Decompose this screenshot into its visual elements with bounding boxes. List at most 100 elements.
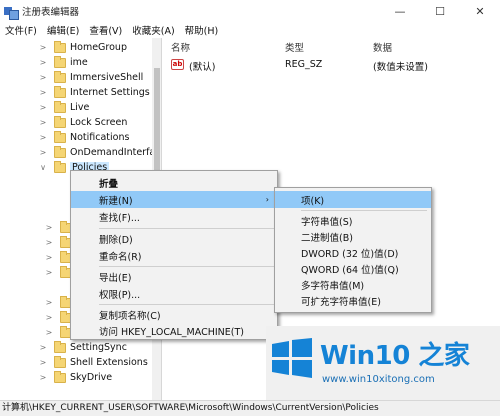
menu-item-label: 新建(N) [99, 195, 133, 207]
tree-item-lock-screen[interactable]: > Lock Screen [38, 115, 127, 130]
submenu-item-multi-string-value[interactable]: 多字符串值(M) [275, 276, 431, 293]
tree-item-label: Shell Extensions [70, 357, 148, 368]
chevron-right-icon[interactable]: > [38, 103, 48, 112]
tree-item-homegroup[interactable]: > HomeGroup [38, 40, 127, 55]
title-bar: 注册表编辑器 — ☐ ✕ [0, 0, 500, 22]
windows-logo-icon [272, 338, 312, 378]
folder-icon [54, 370, 66, 383]
menu-separator [99, 228, 275, 229]
status-bar: 计算机\HKEY_CURRENT_USER\SOFTWARE\Microsoft… [0, 400, 500, 416]
value-data: (数值未设置) [373, 62, 428, 73]
close-button[interactable]: ✕ [460, 0, 500, 22]
folder-icon [54, 340, 66, 353]
tree-item-shell-extensions[interactable]: > Shell Extensions [38, 355, 148, 370]
folder-icon [54, 85, 66, 98]
tree-item-label: Internet Settings [70, 87, 150, 98]
tree-item-label: Notifications [70, 132, 130, 143]
chevron-right-icon[interactable]: > [44, 298, 54, 307]
tree-item-internet-settings[interactable]: > Internet Settings [38, 85, 150, 100]
tree-item-settingsync[interactable]: > SettingSync [38, 340, 127, 355]
chevron-right-icon[interactable]: > [44, 328, 54, 337]
tree-item-label: SkyDrive [70, 372, 113, 383]
tree-item-label: OnDemandInterfac [70, 147, 161, 158]
window-title: 注册表编辑器 [22, 7, 80, 18]
chevron-right-icon[interactable]: > [38, 373, 48, 382]
chevron-right-icon[interactable]: > [38, 73, 48, 82]
folder-icon [54, 145, 66, 158]
tree-item-ondemandinterface[interactable]: > OnDemandInterfac [38, 145, 160, 160]
value-row-default[interactable]: ab (默认) REG_SZ (数值未设置) [163, 58, 500, 73]
chevron-right-icon[interactable]: > [38, 118, 48, 127]
menu-separator [301, 210, 427, 211]
chevron-right-icon[interactable]: > [44, 253, 54, 262]
menu-item-goto-hklm[interactable]: 访问 HKEY_LOCAL_MACHINE(T) [71, 322, 277, 339]
tree-item-label: SettingSync [70, 342, 127, 353]
chevron-right-icon[interactable]: > [38, 133, 48, 142]
tree-item-label: ImmersiveShell [70, 72, 144, 83]
chevron-right-icon[interactable]: > [38, 148, 48, 157]
tree-item-label: Live [70, 102, 90, 113]
chevron-right-icon[interactable]: > [38, 343, 48, 352]
menu-view[interactable]: 查看(V) [84, 23, 127, 37]
chevron-right-icon[interactable]: > [38, 58, 48, 67]
menu-separator [99, 304, 275, 305]
column-header-type[interactable]: 类型 [285, 40, 304, 54]
folder-icon [54, 40, 66, 53]
chevron-right-icon[interactable]: > [44, 313, 54, 322]
minimize-button[interactable]: — [380, 0, 420, 22]
submenu-item-string-value[interactable]: 字符串值(S) [275, 212, 431, 229]
menu-item-new[interactable]: 新建(N) › [71, 191, 277, 208]
menu-item-delete[interactable]: 删除(D) [71, 230, 277, 247]
chevron-down-icon[interactable]: ∨ [38, 163, 48, 172]
tree-item-immersiveshell[interactable]: > ImmersiveShell [38, 70, 143, 85]
tree-item-live[interactable]: > Live [38, 100, 89, 115]
new-submenu: 项(K) 字符串值(S) 二进制值(B) DWORD (32 位)值(D) QW… [274, 187, 432, 313]
menu-item-export[interactable]: 导出(E) [71, 268, 277, 285]
string-value-icon: ab [171, 59, 184, 70]
tree-item-ime[interactable]: > ime [38, 55, 88, 70]
folder-icon [54, 100, 66, 113]
context-menu: 折叠 新建(N) › 查找(F)... 删除(D) 重命名(R) 导出(E) 权限… [70, 170, 278, 340]
submenu-item-dword-value[interactable]: DWORD (32 位)值(D) [275, 244, 431, 261]
chevron-right-icon[interactable]: > [44, 238, 54, 247]
menu-bar: 文件(F) 编辑(E) 查看(V) 收藏夹(A) 帮助(H) [0, 22, 500, 38]
submenu-item-key[interactable]: 项(K) [275, 191, 431, 208]
chevron-right-icon[interactable]: > [38, 88, 48, 97]
folder-icon [54, 130, 66, 143]
menu-item-permissions[interactable]: 权限(P)... [71, 285, 277, 302]
folder-open-icon [54, 160, 66, 173]
folder-icon [54, 115, 66, 128]
menu-file[interactable]: 文件(F) [0, 23, 42, 37]
chevron-right-icon[interactable]: > [38, 358, 48, 367]
tree-item-notifications[interactable]: > Notifications [38, 130, 129, 145]
value-type: REG_SZ [285, 59, 323, 70]
chevron-right-icon[interactable]: > [44, 268, 54, 277]
folder-icon [54, 355, 66, 368]
submenu-item-expandable-string-value[interactable]: 可扩充字符串值(E) [275, 292, 431, 309]
menu-help[interactable]: 帮助(H) [180, 23, 224, 37]
menu-item-rename[interactable]: 重命名(R) [71, 247, 277, 264]
maximize-button[interactable]: ☐ [420, 0, 460, 22]
menu-item-find[interactable]: 查找(F)... [71, 208, 277, 225]
menu-favorites[interactable]: 收藏夹(A) [127, 23, 179, 37]
menu-edit[interactable]: 编辑(E) [42, 23, 84, 37]
chevron-right-icon[interactable]: > [38, 43, 48, 52]
folder-icon [54, 55, 66, 68]
value-name: (默认) [189, 62, 216, 73]
column-header-data[interactable]: 数据 [373, 40, 392, 54]
tree-item-label: Lock Screen [70, 117, 128, 128]
tree-item-skydrive[interactable]: > SkyDrive [38, 370, 112, 385]
watermark-url: www.win10xitong.com [322, 374, 435, 385]
tree-item-label: ime [70, 57, 88, 68]
submenu-item-qword-value[interactable]: QWORD (64 位)值(Q) [275, 260, 431, 277]
tree-item-label: HomeGroup [70, 42, 127, 53]
submenu-arrow-icon: › [265, 195, 269, 204]
menu-item-collapse[interactable]: 折叠 [71, 174, 277, 191]
chevron-right-icon[interactable]: > [44, 223, 54, 232]
submenu-item-binary-value[interactable]: 二进制值(B) [275, 228, 431, 245]
folder-icon [54, 70, 66, 83]
menu-item-copy-key-name[interactable]: 复制项名称(C) [71, 306, 277, 323]
column-header-name[interactable]: 名称 [171, 40, 190, 54]
menu-separator [99, 266, 275, 267]
window-controls: — ☐ ✕ [380, 0, 500, 22]
